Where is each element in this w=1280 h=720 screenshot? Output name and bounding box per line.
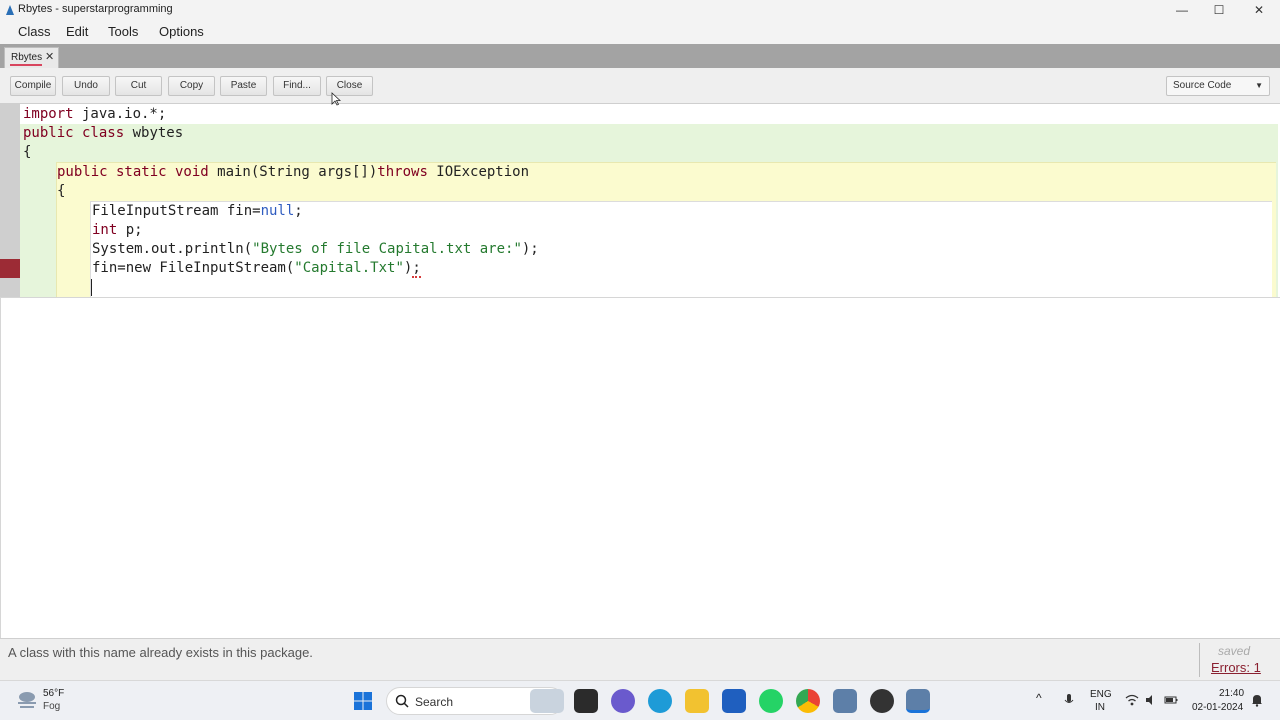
editor-divider <box>0 297 1280 298</box>
code-token: System.out.println( <box>92 241 253 257</box>
menu-options[interactable]: Options <box>159 24 204 39</box>
compile-button[interactable]: Compile <box>10 76 56 96</box>
code-token: int <box>92 222 118 238</box>
chat-icon[interactable] <box>611 689 635 713</box>
editor-toolbar: Compile Undo Cut Copy Paste Find... Clos… <box>0 68 1280 104</box>
wifi-icon[interactable] <box>1125 693 1139 707</box>
view-mode-value: Source Code <box>1173 80 1232 91</box>
clock-time[interactable]: 21:40 <box>1219 688 1244 699</box>
code-line[interactable]: System.out.println("Bytes of file Capita… <box>92 240 539 259</box>
code-token: "Capital.Txt" <box>294 260 404 276</box>
code-token: { <box>57 183 66 199</box>
battery-icon[interactable] <box>1164 693 1178 707</box>
code-token: main(String args[]) <box>208 164 378 180</box>
errors-link[interactable]: Errors: 1 <box>1211 660 1261 675</box>
code-token: import <box>23 106 74 122</box>
tab-strip: Rbytes ✕ <box>0 44 1280 68</box>
widgets-icon[interactable] <box>530 689 564 713</box>
code-line[interactable]: { <box>23 143 31 162</box>
code-line[interactable]: public class wbytes <box>23 124 183 143</box>
cut-button[interactable]: Cut <box>115 76 162 96</box>
code-token: ); <box>521 241 539 257</box>
store-icon[interactable] <box>722 689 746 713</box>
status-bar: A class with this name already exists in… <box>0 638 1280 680</box>
code-token: java.io.*; <box>73 106 167 122</box>
status-message: A class with this name already exists in… <box>8 645 313 660</box>
code-token: wbytes <box>124 125 184 141</box>
code-token: public class <box>23 125 125 141</box>
code-line[interactable]: { <box>57 182 65 201</box>
mouse-pointer-icon <box>331 92 341 106</box>
language-region[interactable]: IN <box>1095 702 1105 713</box>
code-token: null <box>260 203 295 219</box>
menu-class[interactable]: Class <box>18 24 51 39</box>
volume-icon[interactable] <box>1144 693 1158 707</box>
view-mode-select[interactable]: Source Code ▼ <box>1166 76 1270 96</box>
status-divider <box>1199 643 1200 677</box>
tab-label: Rbytes <box>11 52 43 63</box>
bluej-active-icon[interactable] <box>906 689 930 713</box>
search-label: Search <box>415 695 454 709</box>
weather-temperature: 56°F <box>43 688 65 699</box>
code-token: fin=new FileInputStream( <box>92 260 295 276</box>
notification-icon[interactable] <box>1250 693 1264 707</box>
tab-active-indicator <box>10 64 42 66</box>
edge-browser-icon[interactable] <box>648 689 672 713</box>
os-taskbar: 56°F Fog Search ^ ENG IN 21:40 02-01-202… <box>0 680 1280 720</box>
text-caret <box>91 279 92 296</box>
code-editor[interactable]: import java.io.*; public class wbytes { … <box>0 104 1280 638</box>
saved-indicator: saved <box>1218 644 1251 658</box>
fog-weather-icon[interactable] <box>16 689 38 709</box>
language-code[interactable]: ENG <box>1090 689 1112 700</box>
windows-start-icon[interactable] <box>351 689 375 713</box>
code-token: FileInputStream fin= <box>92 203 261 219</box>
paste-button[interactable]: Paste <box>220 76 267 96</box>
code-line[interactable]: fin=new FileInputStream("Capital.Txt"); <box>92 259 421 278</box>
code-token: IOException <box>427 164 530 180</box>
error-line-marker[interactable] <box>0 259 20 278</box>
code-line[interactable]: import java.io.*; <box>23 105 166 124</box>
tab-rbytes[interactable]: Rbytes ✕ <box>4 47 59 68</box>
weather-condition: Fog <box>43 701 61 712</box>
chrome-icon[interactable] <box>796 689 820 713</box>
close-window-button[interactable]: ✕ <box>1239 0 1279 20</box>
bluej-taskbar-icon[interactable] <box>833 689 857 713</box>
copy-button[interactable]: Copy <box>168 76 215 96</box>
clock-date[interactable]: 02-01-2024 <box>1192 702 1243 713</box>
undo-button[interactable]: Undo <box>62 76 110 96</box>
recorder-icon[interactable] <box>870 689 894 713</box>
code-token: throws <box>377 164 428 180</box>
menu-bar: Class Edit Tools Options <box>0 20 1280 44</box>
code-line[interactable]: public static void main(String args[])th… <box>57 163 529 182</box>
editor-left-border <box>0 297 1 638</box>
maximize-button[interactable]: ☐ <box>1199 0 1239 20</box>
code-token: { <box>23 144 32 160</box>
code-token: ; <box>412 260 421 278</box>
menu-edit[interactable]: Edit <box>66 24 88 39</box>
minimize-button[interactable]: — <box>1162 0 1202 20</box>
code-line[interactable]: FileInputStream fin=null; <box>92 202 303 221</box>
whatsapp-icon[interactable] <box>759 689 783 713</box>
window-title: Rbytes - superstarprogramming <box>18 3 173 15</box>
find-button[interactable]: Find... <box>273 76 321 96</box>
microphone-icon[interactable] <box>1062 693 1076 707</box>
task-view-icon[interactable] <box>574 689 598 713</box>
code-token: p; <box>117 222 143 238</box>
file-explorer-icon[interactable] <box>685 689 709 713</box>
chevron-down-icon: ▼ <box>1255 81 1263 90</box>
code-token: public static void <box>57 164 209 180</box>
tray-chevron-icon[interactable]: ^ <box>1036 691 1042 705</box>
tab-close-icon[interactable]: ✕ <box>45 50 54 63</box>
code-line[interactable]: int p; <box>92 221 143 240</box>
title-bar: Rbytes - superstarprogramming — ☐ ✕ <box>0 0 1280 20</box>
menu-tools[interactable]: Tools <box>108 24 138 39</box>
search-icon <box>395 694 409 708</box>
code-token: ; <box>294 203 303 219</box>
code-token: "Bytes of file Capital.txt are:" <box>252 241 522 257</box>
bluej-app-icon <box>6 5 14 15</box>
